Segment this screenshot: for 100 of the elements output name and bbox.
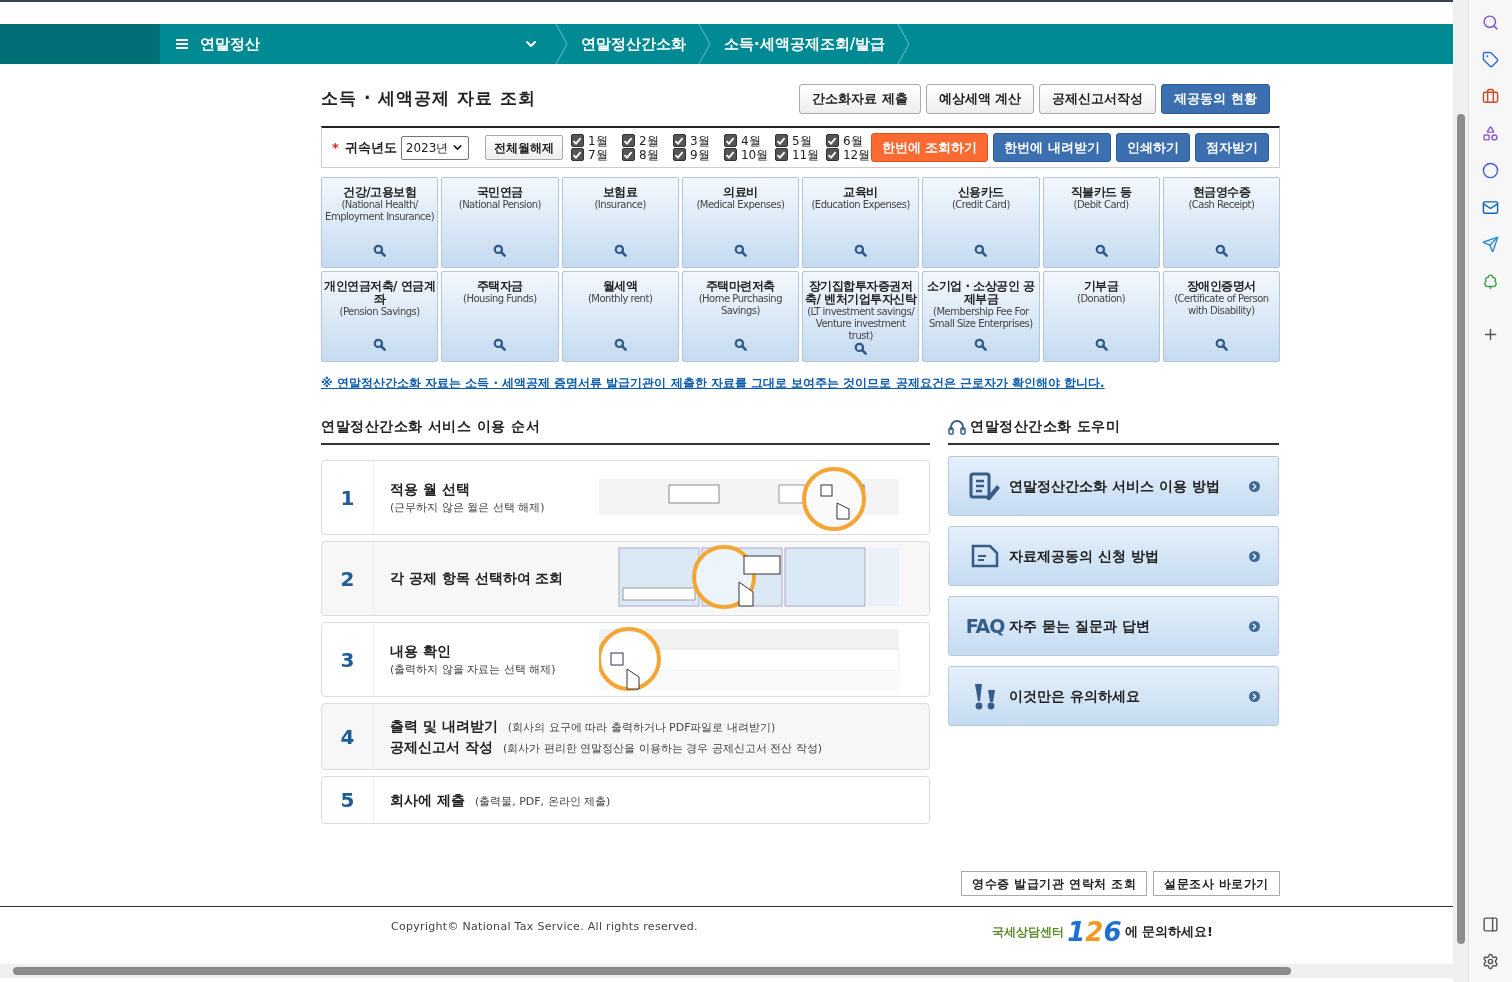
link-button[interactable]: 영수증 발급기관 연락처 조회 bbox=[961, 871, 1148, 896]
category-tile[interactable]: 신용카드 (Credit Card) bbox=[922, 177, 1040, 268]
step-title: 출력 및 내려받기 bbox=[390, 716, 498, 736]
helper-link[interactable]: 연말정산간소화 서비스 이용 방법 bbox=[948, 456, 1279, 516]
toolbar-button[interactable]: 제공동의 현황 bbox=[1161, 84, 1270, 114]
step-title: 회사에 제출 bbox=[390, 790, 465, 810]
action-button[interactable]: 인쇄하기 bbox=[1116, 133, 1190, 162]
month-label: 2월 bbox=[638, 134, 660, 147]
step-title: 내용 확인 bbox=[390, 641, 452, 661]
shapes-icon[interactable] bbox=[1482, 125, 1499, 142]
checkbox[interactable] bbox=[825, 148, 839, 161]
call-center-suffix: 에 문의하세요! bbox=[1124, 923, 1213, 942]
arrow-icon bbox=[1249, 690, 1260, 702]
tree-icon[interactable] bbox=[1482, 273, 1499, 290]
send-icon[interactable] bbox=[1482, 236, 1499, 253]
helper-link[interactable]: FAQ 자주 묻는 질문과 답변 bbox=[948, 596, 1279, 656]
month-label: 3월 bbox=[689, 134, 711, 147]
checkbox[interactable] bbox=[621, 134, 635, 147]
search-icon bbox=[493, 244, 507, 257]
menu-dropdown[interactable]: 연말정산 bbox=[160, 24, 555, 64]
step-note: (회사가 편리한 연말정산을 이용하는 경우 공제신고서 전산 작성) bbox=[502, 740, 822, 757]
helper-heading: 연말정산간소화 도우미 bbox=[970, 417, 1121, 436]
month-label: 5월 bbox=[791, 134, 813, 147]
arrow-icon bbox=[1249, 550, 1260, 562]
circle-icon[interactable] bbox=[1482, 162, 1499, 179]
clear-months-button[interactable]: 전체월해제 bbox=[484, 135, 563, 160]
add-icon[interactable] bbox=[1482, 326, 1499, 343]
step-title: 적용 월 선택 bbox=[390, 479, 471, 499]
checkbox[interactable] bbox=[621, 148, 635, 161]
checkbox[interactable] bbox=[723, 134, 737, 147]
search-icon bbox=[373, 338, 387, 351]
faq-label: FAQ bbox=[965, 613, 1005, 639]
toolbar-button[interactable]: 공제신고서작성 bbox=[1039, 84, 1157, 114]
action-button[interactable]: 한번에 내려받기 bbox=[993, 133, 1111, 162]
category-tile[interactable]: 의료비 (Medical Expenses) bbox=[681, 177, 799, 268]
call-center-name: 국세상담센터 bbox=[992, 924, 1065, 941]
toolbar-button[interactable]: 예상세액 계산 bbox=[925, 84, 1035, 114]
category-tile[interactable]: 기부금 (Donation) bbox=[1042, 271, 1160, 362]
scrollbar-thumb[interactable] bbox=[13, 967, 1291, 975]
search-icon bbox=[854, 342, 868, 355]
category-tile[interactable]: 건강/고용보험 (National Health/ Employment Insurance) bbox=[321, 177, 439, 268]
search-icon bbox=[1094, 244, 1108, 257]
helper-link[interactable]: 이것만은 유의하세요 bbox=[948, 666, 1279, 726]
link-button[interactable]: 설문조사 바로가기 bbox=[1153, 871, 1280, 896]
step-number: 5 bbox=[340, 787, 355, 814]
month-label: 4월 bbox=[740, 134, 762, 147]
search-icon[interactable] bbox=[1482, 14, 1499, 31]
arrow-icon bbox=[1249, 480, 1260, 492]
breadcrumb-link[interactable]: 소득·세액공제조회/발급 bbox=[712, 32, 898, 56]
briefcase-icon[interactable] bbox=[1482, 88, 1499, 105]
category-tile[interactable]: 국민연금 (National Pension) bbox=[441, 177, 559, 268]
category-tile[interactable]: 소기업 · 소상공인 공제부금 (Membership Fee For Small Size Enterprises) bbox=[922, 271, 1040, 362]
category-tile[interactable]: 장애인증명서 (Certificate of Person with Disability) bbox=[1162, 271, 1280, 362]
category-tile[interactable]: 장기집합투자증권저축/ 벤처기업투자신탁 (LT investment savings/ Venture investment trust) bbox=[802, 271, 920, 362]
category-tile[interactable]: 현금영수증 (Cash Receipt) bbox=[1162, 177, 1280, 268]
checkbox[interactable] bbox=[825, 134, 839, 147]
checkbox[interactable] bbox=[774, 134, 788, 147]
breadcrumb-link[interactable]: 연말정산간소화 bbox=[569, 32, 698, 56]
action-button[interactable]: 점자받기 bbox=[1195, 133, 1269, 162]
month-label: 1월 bbox=[587, 134, 609, 147]
sidebar-icon[interactable] bbox=[1482, 916, 1499, 933]
checkbox[interactable] bbox=[672, 134, 686, 147]
document-icon bbox=[971, 544, 999, 568]
step-note: (출력하지 않을 자료는 선택 해제) bbox=[390, 661, 557, 678]
tag-icon[interactable] bbox=[1482, 51, 1499, 68]
search-icon bbox=[974, 244, 988, 257]
month-label: 6월 bbox=[842, 134, 864, 147]
search-icon bbox=[493, 338, 507, 351]
step-note: (출력물, PDF, 온라인 제출) bbox=[474, 793, 611, 810]
scrollbar-thumb[interactable] bbox=[1456, 114, 1465, 944]
category-tile[interactable]: 교육비 (Education Expenses) bbox=[802, 177, 920, 268]
year-select[interactable]: 2023년 bbox=[400, 135, 469, 160]
category-tile[interactable]: 주택자금 (Housing Funds) bbox=[441, 271, 559, 362]
month-label: 12월 bbox=[842, 148, 871, 161]
search-icon bbox=[613, 244, 627, 257]
breadcrumb-separator-icon bbox=[897, 24, 912, 64]
toolbar-button[interactable]: 간소화자료 제출 bbox=[799, 84, 921, 114]
category-tile[interactable]: 보험료 (Insurance) bbox=[561, 177, 679, 268]
checkbox[interactable] bbox=[774, 148, 788, 161]
required-mark: * bbox=[332, 138, 339, 157]
helper-link[interactable]: 자료제공동의 신청 방법 bbox=[948, 526, 1279, 586]
checkbox[interactable] bbox=[570, 148, 584, 161]
category-tile[interactable]: 개인연금저축/ 연금계좌 (Pension Savings) bbox=[321, 271, 439, 362]
search-icon bbox=[733, 338, 747, 351]
document-pen-icon bbox=[969, 472, 1001, 500]
category-tile[interactable]: 직불카드 등 (Debit Card) bbox=[1042, 177, 1160, 268]
step-note: (회사의 요구에 따라 출력하거나 PDF파일로 내려받기) bbox=[507, 719, 776, 736]
month-label: 7월 bbox=[587, 148, 609, 161]
mail-icon[interactable] bbox=[1482, 199, 1499, 216]
category-tile[interactable]: 주택마련저축 (Home Purchasing Savings) bbox=[681, 271, 799, 362]
notice-link[interactable]: ※ 연말정산간소화 자료는 소득 · 세액공제 증명서류 발급기관이 제출한 자료를 그대로 보여주는 것이므로 공제요건은 근로자가 확인해야 합니다. bbox=[321, 374, 1280, 392]
arrow-icon bbox=[1249, 620, 1260, 632]
checkbox[interactable] bbox=[570, 134, 584, 147]
search-icon bbox=[974, 338, 988, 351]
category-tile[interactable]: 월세액 (Monthly rent) bbox=[561, 271, 679, 362]
checkbox[interactable] bbox=[672, 148, 686, 161]
year-label: 귀속년도 bbox=[344, 138, 397, 157]
checkbox[interactable] bbox=[723, 148, 737, 161]
month-label: 8월 bbox=[638, 148, 660, 161]
settings-icon[interactable] bbox=[1482, 953, 1499, 970]
